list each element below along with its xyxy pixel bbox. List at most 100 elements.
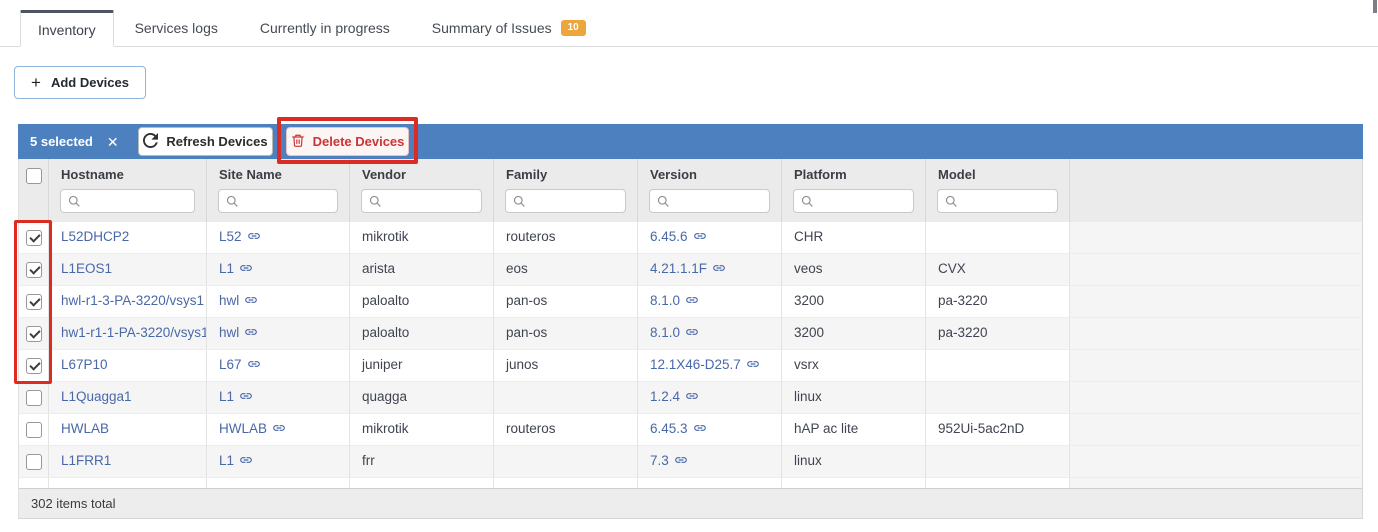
family-cell: routeros — [494, 222, 638, 254]
table-row[interactable]: L67P10L67juniperjunos12.1X46-D25.7vsrx — [19, 350, 1362, 382]
hostname-cell: L52DHCP2 — [49, 222, 207, 254]
column-header-version: Version — [638, 159, 782, 222]
select-all-checkbox[interactable] — [26, 168, 42, 184]
delete-devices-button[interactable]: Delete Devices — [286, 127, 409, 156]
hostname-link[interactable]: hwl-r1-3-PA-3220/vsys1 — [61, 293, 204, 308]
vendor-cell: paloalto — [350, 286, 494, 318]
table-row[interactable]: L52DHCP2L52mikrotikrouteros6.45.6CHR — [19, 222, 1362, 254]
table-body: L52DHCP2 L52 mikrotik routeros 6.45.6 CHR L1EO… — [19, 222, 1362, 478]
hostname-link[interactable]: L1Quagga1 — [61, 389, 132, 404]
table-row[interactable]: L1Quagga1L1quagga1.2.4linux — [19, 382, 1362, 414]
table-row[interactable]: hw1-r1-1-PA-3220/vsys1hwlpaloaltopan-os8… — [19, 318, 1362, 350]
version-link[interactable]: 6.45.3 — [650, 421, 688, 436]
vendor-cell: paloalto — [350, 318, 494, 350]
link-icon[interactable] — [685, 293, 699, 308]
partial-row-cell — [350, 478, 494, 488]
link-icon[interactable] — [712, 261, 726, 276]
link-icon[interactable] — [244, 325, 258, 340]
version-link[interactable]: 4.21.1.1F — [650, 261, 707, 276]
hostname-link[interactable]: L1EOS1 — [61, 261, 112, 276]
site-link[interactable]: hwl — [219, 325, 239, 340]
version-link[interactable]: 8.1.0 — [650, 293, 680, 308]
site-link[interactable]: L67 — [219, 357, 242, 372]
version-link[interactable]: 6.45.6 — [650, 229, 688, 244]
model-cell — [926, 350, 1070, 382]
version-link[interactable]: 1.2.4 — [650, 389, 680, 404]
version-link[interactable]: 7.3 — [650, 453, 669, 468]
row-checkbox[interactable] — [26, 262, 42, 278]
platform-cell: CHR — [782, 222, 926, 254]
table-row[interactable]: L1EOS1L1aristaeos4.21.1.1FveosCVX — [19, 254, 1362, 286]
hostname-cell: L1Quagga1 — [49, 382, 207, 414]
version-cell: 6.45.3 — [638, 414, 782, 446]
refresh-devices-button[interactable]: Refresh Devices — [138, 127, 273, 156]
column-label: Model — [926, 167, 1069, 189]
row-filler-cell — [1070, 414, 1362, 446]
table-header: HostnameSite NameVendorFamilyVersionPlat… — [19, 159, 1362, 222]
link-icon[interactable] — [247, 357, 261, 372]
row-checkbox-cell — [19, 446, 49, 478]
link-icon[interactable] — [693, 421, 707, 436]
version-link[interactable]: 12.1X46-D25.7 — [650, 357, 741, 372]
row-checkbox[interactable] — [26, 230, 42, 246]
row-checkbox[interactable] — [26, 454, 42, 470]
link-icon[interactable] — [693, 229, 707, 244]
devices-table: HostnameSite NameVendorFamilyVersionPlat… — [18, 159, 1363, 519]
tab-currently-in-progress[interactable]: Currently in progress — [239, 10, 411, 46]
hostname-link[interactable]: L1FRR1 — [61, 453, 111, 468]
site-cell: L1 — [207, 446, 350, 478]
delete-devices-label: Delete Devices — [313, 134, 405, 149]
version-cell: 6.45.6 — [638, 222, 782, 254]
row-checkbox[interactable] — [26, 326, 42, 342]
plus-icon: + — [31, 74, 41, 91]
add-devices-button[interactable]: + Add Devices — [14, 66, 146, 99]
partial-row-cell — [494, 478, 638, 488]
table-row[interactable]: hwl-r1-3-PA-3220/vsys1 hwl paloaltopan-os 8… — [19, 286, 1362, 318]
link-icon[interactable] — [239, 389, 253, 404]
tab-services-logs[interactable]: Services logs — [114, 10, 239, 46]
tab-summary-of-issues[interactable]: Summary of Issues 10 — [411, 10, 607, 46]
table-row[interactable]: HWLABHWLABmikrotikrouteros6.45.3hAP ac l… — [19, 414, 1362, 446]
link-icon[interactable] — [674, 453, 688, 468]
inventory-table-section: 5 selected ✕ Refresh Devices Delete Devi… — [18, 124, 1363, 519]
link-icon[interactable] — [685, 389, 699, 404]
partial-row-cell — [782, 478, 926, 488]
row-checkbox[interactable] — [26, 390, 42, 406]
column-label: Vendor — [350, 167, 493, 189]
link-icon[interactable] — [746, 357, 760, 372]
link-icon[interactable] — [244, 293, 258, 308]
header-filler-cell — [1070, 159, 1362, 222]
family-cell: pan-os — [494, 286, 638, 318]
hostname-cell: L1FRR1 — [49, 446, 207, 478]
row-filler-cell — [1070, 286, 1362, 318]
model-cell: pa-3220 — [926, 318, 1070, 350]
tab-inventory[interactable]: Inventory — [20, 10, 114, 47]
site-link[interactable]: HWLAB — [219, 421, 267, 436]
site-link[interactable]: hwl — [219, 293, 239, 308]
site-link[interactable]: L1 — [219, 453, 234, 468]
link-icon[interactable] — [239, 261, 253, 276]
link-icon[interactable] — [239, 453, 253, 468]
refresh-devices-label: Refresh Devices — [166, 134, 267, 149]
table-row[interactable]: L1FRR1L1frr7.3linux — [19, 446, 1362, 478]
row-checkbox[interactable] — [26, 422, 42, 438]
link-icon[interactable] — [247, 229, 261, 244]
hostname-link[interactable]: L52DHCP2 — [61, 229, 129, 244]
site-link[interactable]: L52 — [219, 229, 242, 244]
row-checkbox[interactable] — [26, 358, 42, 374]
hostname-cell: L67P10 — [49, 350, 207, 382]
link-icon[interactable] — [685, 325, 699, 340]
link-icon[interactable] — [272, 421, 286, 436]
vendor-cell: mikrotik — [350, 414, 494, 446]
version-link[interactable]: 8.1.0 — [650, 325, 680, 340]
selection-bar: 5 selected ✕ Refresh Devices Delete Devi… — [18, 124, 1363, 159]
hostname-link[interactable]: HWLAB — [61, 421, 109, 436]
version-cell: 8.1.0 — [638, 318, 782, 350]
close-icon[interactable]: ✕ — [107, 135, 119, 149]
table-header-row: HostnameSite NameVendorFamilyVersionPlat… — [19, 159, 1362, 222]
site-link[interactable]: L1 — [219, 261, 234, 276]
site-link[interactable]: L1 — [219, 389, 234, 404]
row-checkbox[interactable] — [26, 294, 42, 310]
hostname-link[interactable]: L67P10 — [61, 357, 108, 372]
hostname-link[interactable]: hw1-r1-1-PA-3220/vsys1 — [61, 325, 207, 340]
